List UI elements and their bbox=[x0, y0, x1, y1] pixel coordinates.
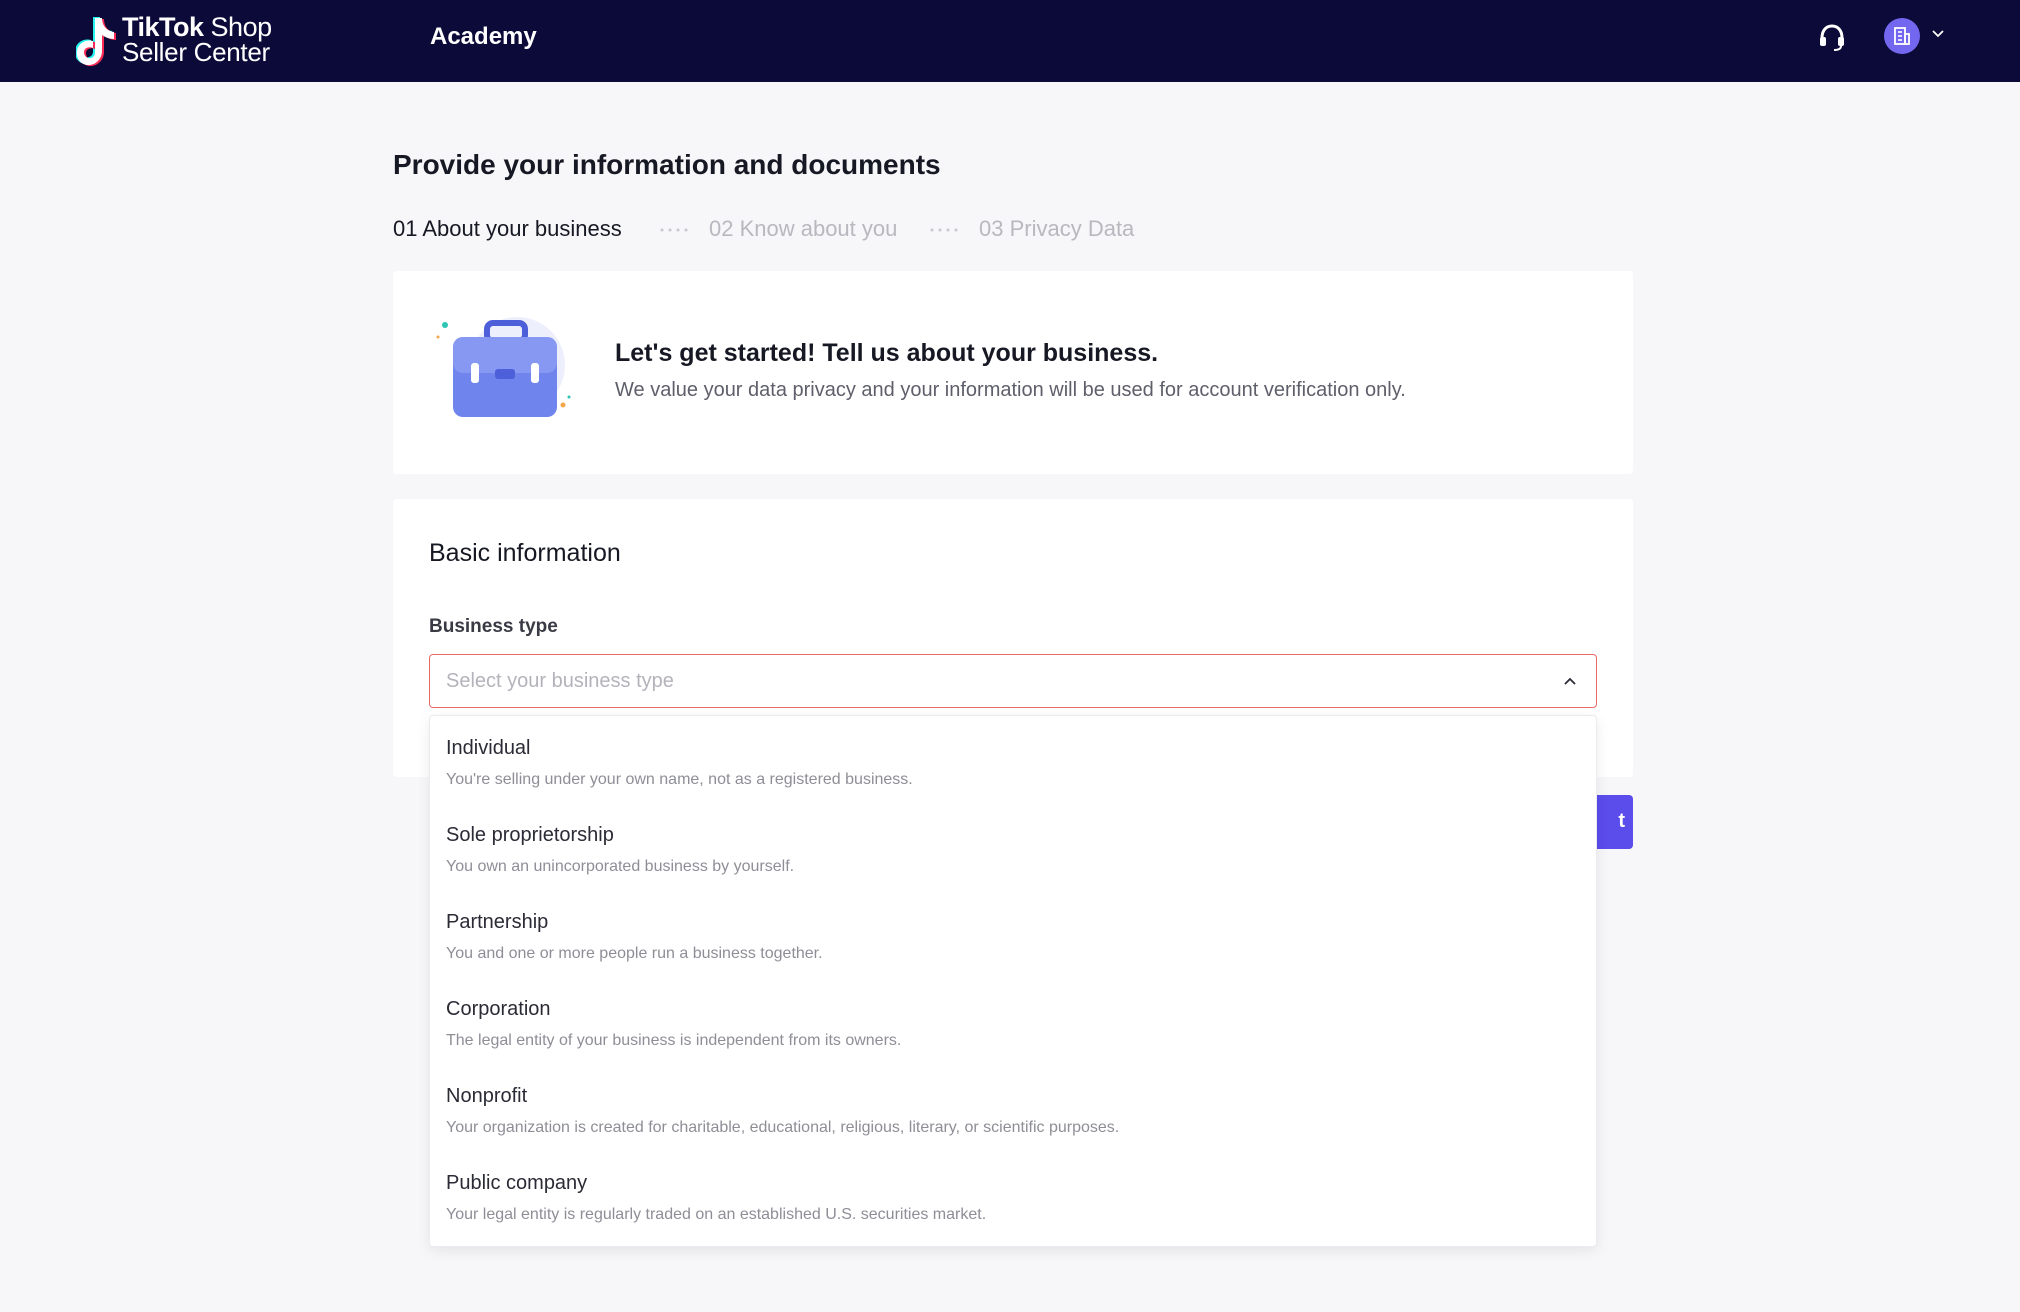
step-separator-dots bbox=[660, 228, 688, 232]
option-title: Sole proprietorship bbox=[446, 824, 614, 846]
option-description: You're selling under your own name, not … bbox=[446, 771, 913, 788]
building-icon bbox=[1894, 27, 1910, 45]
step-separator-dots bbox=[930, 228, 958, 232]
briefcase-illustration bbox=[436, 317, 571, 417]
nav-academy-link[interactable]: Academy bbox=[430, 22, 537, 52]
business-type-dropdown: Individual You're selling under your own… bbox=[429, 715, 1597, 1247]
option-title: Partnership bbox=[446, 911, 549, 933]
option-title: Corporation bbox=[446, 998, 551, 1020]
page-title: Provide your information and documents bbox=[393, 149, 941, 180]
option-corporation[interactable]: Corporation The legal entity of your bus… bbox=[430, 977, 1596, 1064]
option-individual[interactable]: Individual You're selling under your own… bbox=[430, 716, 1596, 803]
headset-icon[interactable] bbox=[1818, 22, 1846, 52]
option-title: Nonprofit bbox=[446, 1085, 528, 1107]
chevron-up-icon bbox=[1564, 677, 1576, 685]
step-privacy-data: 03 Privacy Data bbox=[979, 216, 1135, 241]
section-title: Basic information bbox=[429, 539, 621, 567]
option-title: Individual bbox=[446, 737, 531, 759]
option-description: You own an unincorporated business by yo… bbox=[446, 858, 795, 875]
option-partnership[interactable]: Partnership You and one or more people r… bbox=[430, 890, 1596, 977]
option-description: The legal entity of your business is ind… bbox=[446, 1032, 902, 1049]
tiktok-logo-icon bbox=[76, 17, 116, 67]
option-description: You and one or more people run a busines… bbox=[446, 945, 823, 962]
top-navigation-bar: TikTok Shop Seller Center Academy bbox=[0, 0, 2020, 82]
business-type-label: Business type bbox=[429, 616, 558, 637]
intro-card: Let's get started! Tell us about your bu… bbox=[393, 271, 1633, 474]
option-public-company[interactable]: Public company Your legal entity is regu… bbox=[430, 1151, 1596, 1238]
logo-subtitle: Seller Center bbox=[122, 37, 270, 67]
option-sole-proprietorship[interactable]: Sole proprietorship You own an unincorpo… bbox=[430, 803, 1596, 890]
option-nonprofit[interactable]: Nonprofit Your organization is created f… bbox=[430, 1064, 1596, 1151]
business-type-select[interactable]: Select your business type bbox=[429, 654, 1597, 708]
option-description: Your organization is created for charita… bbox=[446, 1119, 1120, 1136]
intro-heading: Let's get started! Tell us about your bu… bbox=[615, 339, 1159, 367]
step-know-about-you: 02 Know about you bbox=[709, 216, 898, 241]
step-about-your-business: 01 About your business bbox=[393, 216, 622, 241]
option-title: Public company bbox=[446, 1172, 588, 1194]
chevron-down-icon[interactable] bbox=[1930, 28, 1946, 40]
next-button-label: t bbox=[1618, 810, 1625, 832]
intro-subtext: We value your data privacy and your info… bbox=[615, 379, 1406, 401]
account-avatar[interactable] bbox=[1884, 18, 1920, 54]
option-description: Your legal entity is regularly traded on… bbox=[446, 1206, 987, 1223]
business-type-placeholder: Select your business type bbox=[446, 670, 674, 692]
